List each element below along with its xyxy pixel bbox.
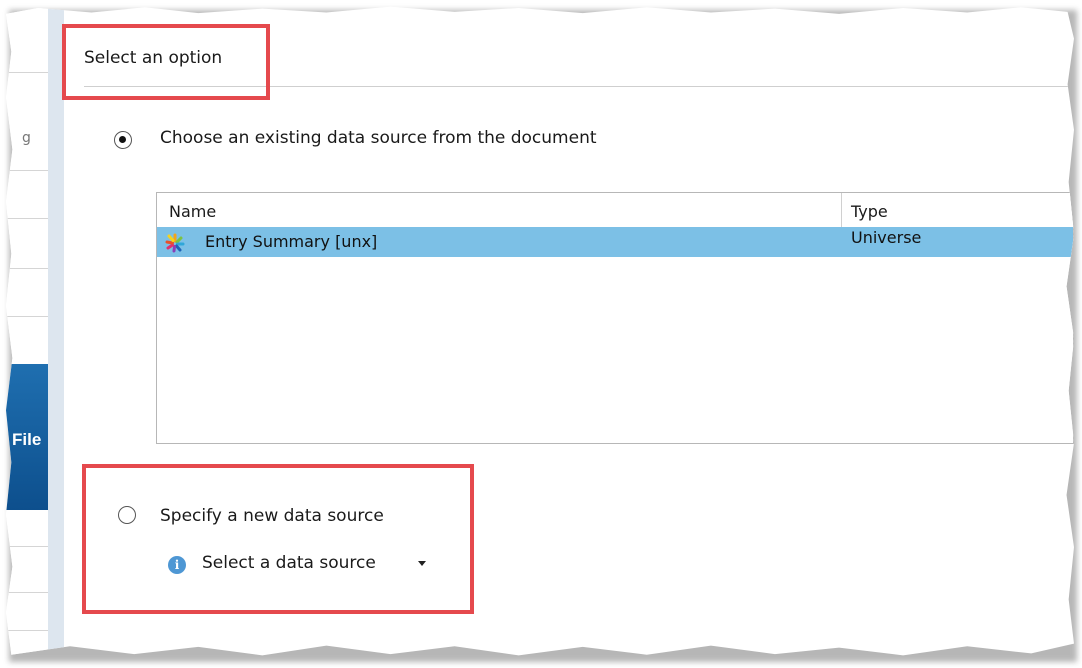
highlight-box-new-source: [82, 464, 474, 614]
file-label: File: [12, 430, 42, 449]
screenshot-frame: g File Select an option Choose an existi…: [6, 6, 1074, 656]
table-header: Name Type: [157, 193, 1073, 228]
divider: [6, 268, 48, 269]
truncated-text: g: [22, 130, 31, 146]
column-separator[interactable]: [841, 193, 842, 227]
data-source-table: Name Type Entry Summary [unx] Universe: [156, 192, 1074, 444]
background-app-strip: g File: [6, 6, 48, 656]
panel-divider: [48, 6, 64, 656]
divider: [6, 630, 48, 631]
file-button[interactable]: File: [6, 364, 48, 510]
column-header-name[interactable]: Name: [169, 202, 216, 221]
divider: [6, 170, 48, 171]
divider: [6, 546, 48, 547]
divider: [6, 316, 48, 317]
table-row[interactable]: Entry Summary [unx] Universe: [157, 227, 1073, 257]
universe-icon: [165, 233, 185, 253]
divider: [6, 218, 48, 219]
highlight-box-header: [62, 24, 270, 100]
divider: [6, 592, 48, 593]
row-name-cell: Entry Summary [unx]: [205, 232, 378, 251]
radio-existing-source[interactable]: [114, 131, 132, 149]
column-header-type[interactable]: Type: [851, 202, 888, 221]
radio-existing-source-label[interactable]: Choose an existing data source from the …: [160, 128, 597, 148]
divider: [6, 72, 48, 73]
row-type-cell: Universe: [851, 228, 922, 247]
